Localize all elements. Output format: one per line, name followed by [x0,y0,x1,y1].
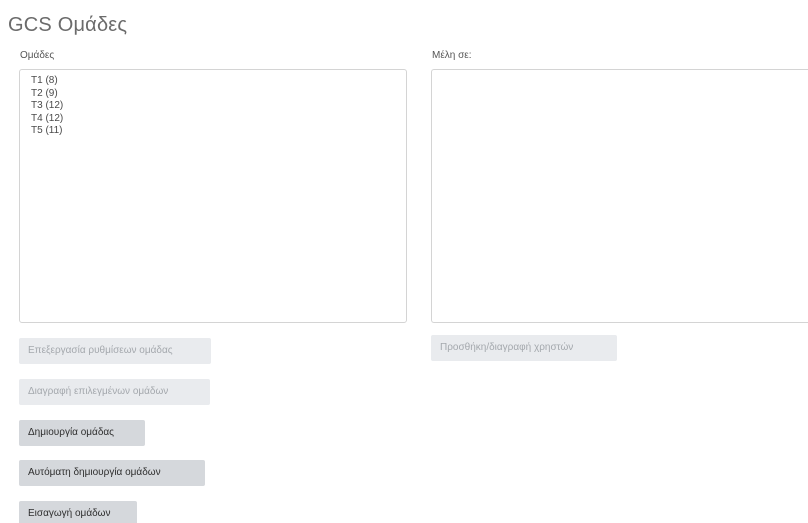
edit-group-settings-button[interactable]: Επεξεργασία ρυθμίσεων ομάδας [19,338,211,364]
group-option-t2[interactable]: Τ2 (9) [31,88,406,101]
delete-selected-groups-button[interactable]: Διαγραφή επιλεγμένων ομάδων [19,379,210,405]
import-groups-button[interactable]: Εισαγωγή ομάδων [19,501,137,523]
group-option-t3[interactable]: Τ3 (12) [31,100,406,113]
group-option-t4[interactable]: Τ4 (12) [31,113,406,126]
add-remove-users-button[interactable]: Προσθήκη/διαγραφή χρηστών [431,335,617,361]
members-label: Μέλη σε: [432,50,472,61]
group-option-t1[interactable]: Τ1 (8) [31,75,406,88]
groups-page: GCS Ομάδες Ομάδες Τ1 (8) Τ2 (9) Τ3 (12) … [0,0,808,523]
auto-create-groups-button[interactable]: Αυτόματη δημιουργία ομάδων [19,460,205,486]
groups-label: Ομάδες [20,50,55,61]
group-option-t5[interactable]: Τ5 (11) [31,125,406,138]
create-group-button[interactable]: Δημιουργία ομάδας [19,420,145,446]
members-listbox[interactable] [431,69,808,323]
groups-listbox[interactable]: Τ1 (8) Τ2 (9) Τ3 (12) Τ4 (12) Τ5 (11) [19,69,407,323]
page-title: GCS Ομάδες [8,14,128,36]
